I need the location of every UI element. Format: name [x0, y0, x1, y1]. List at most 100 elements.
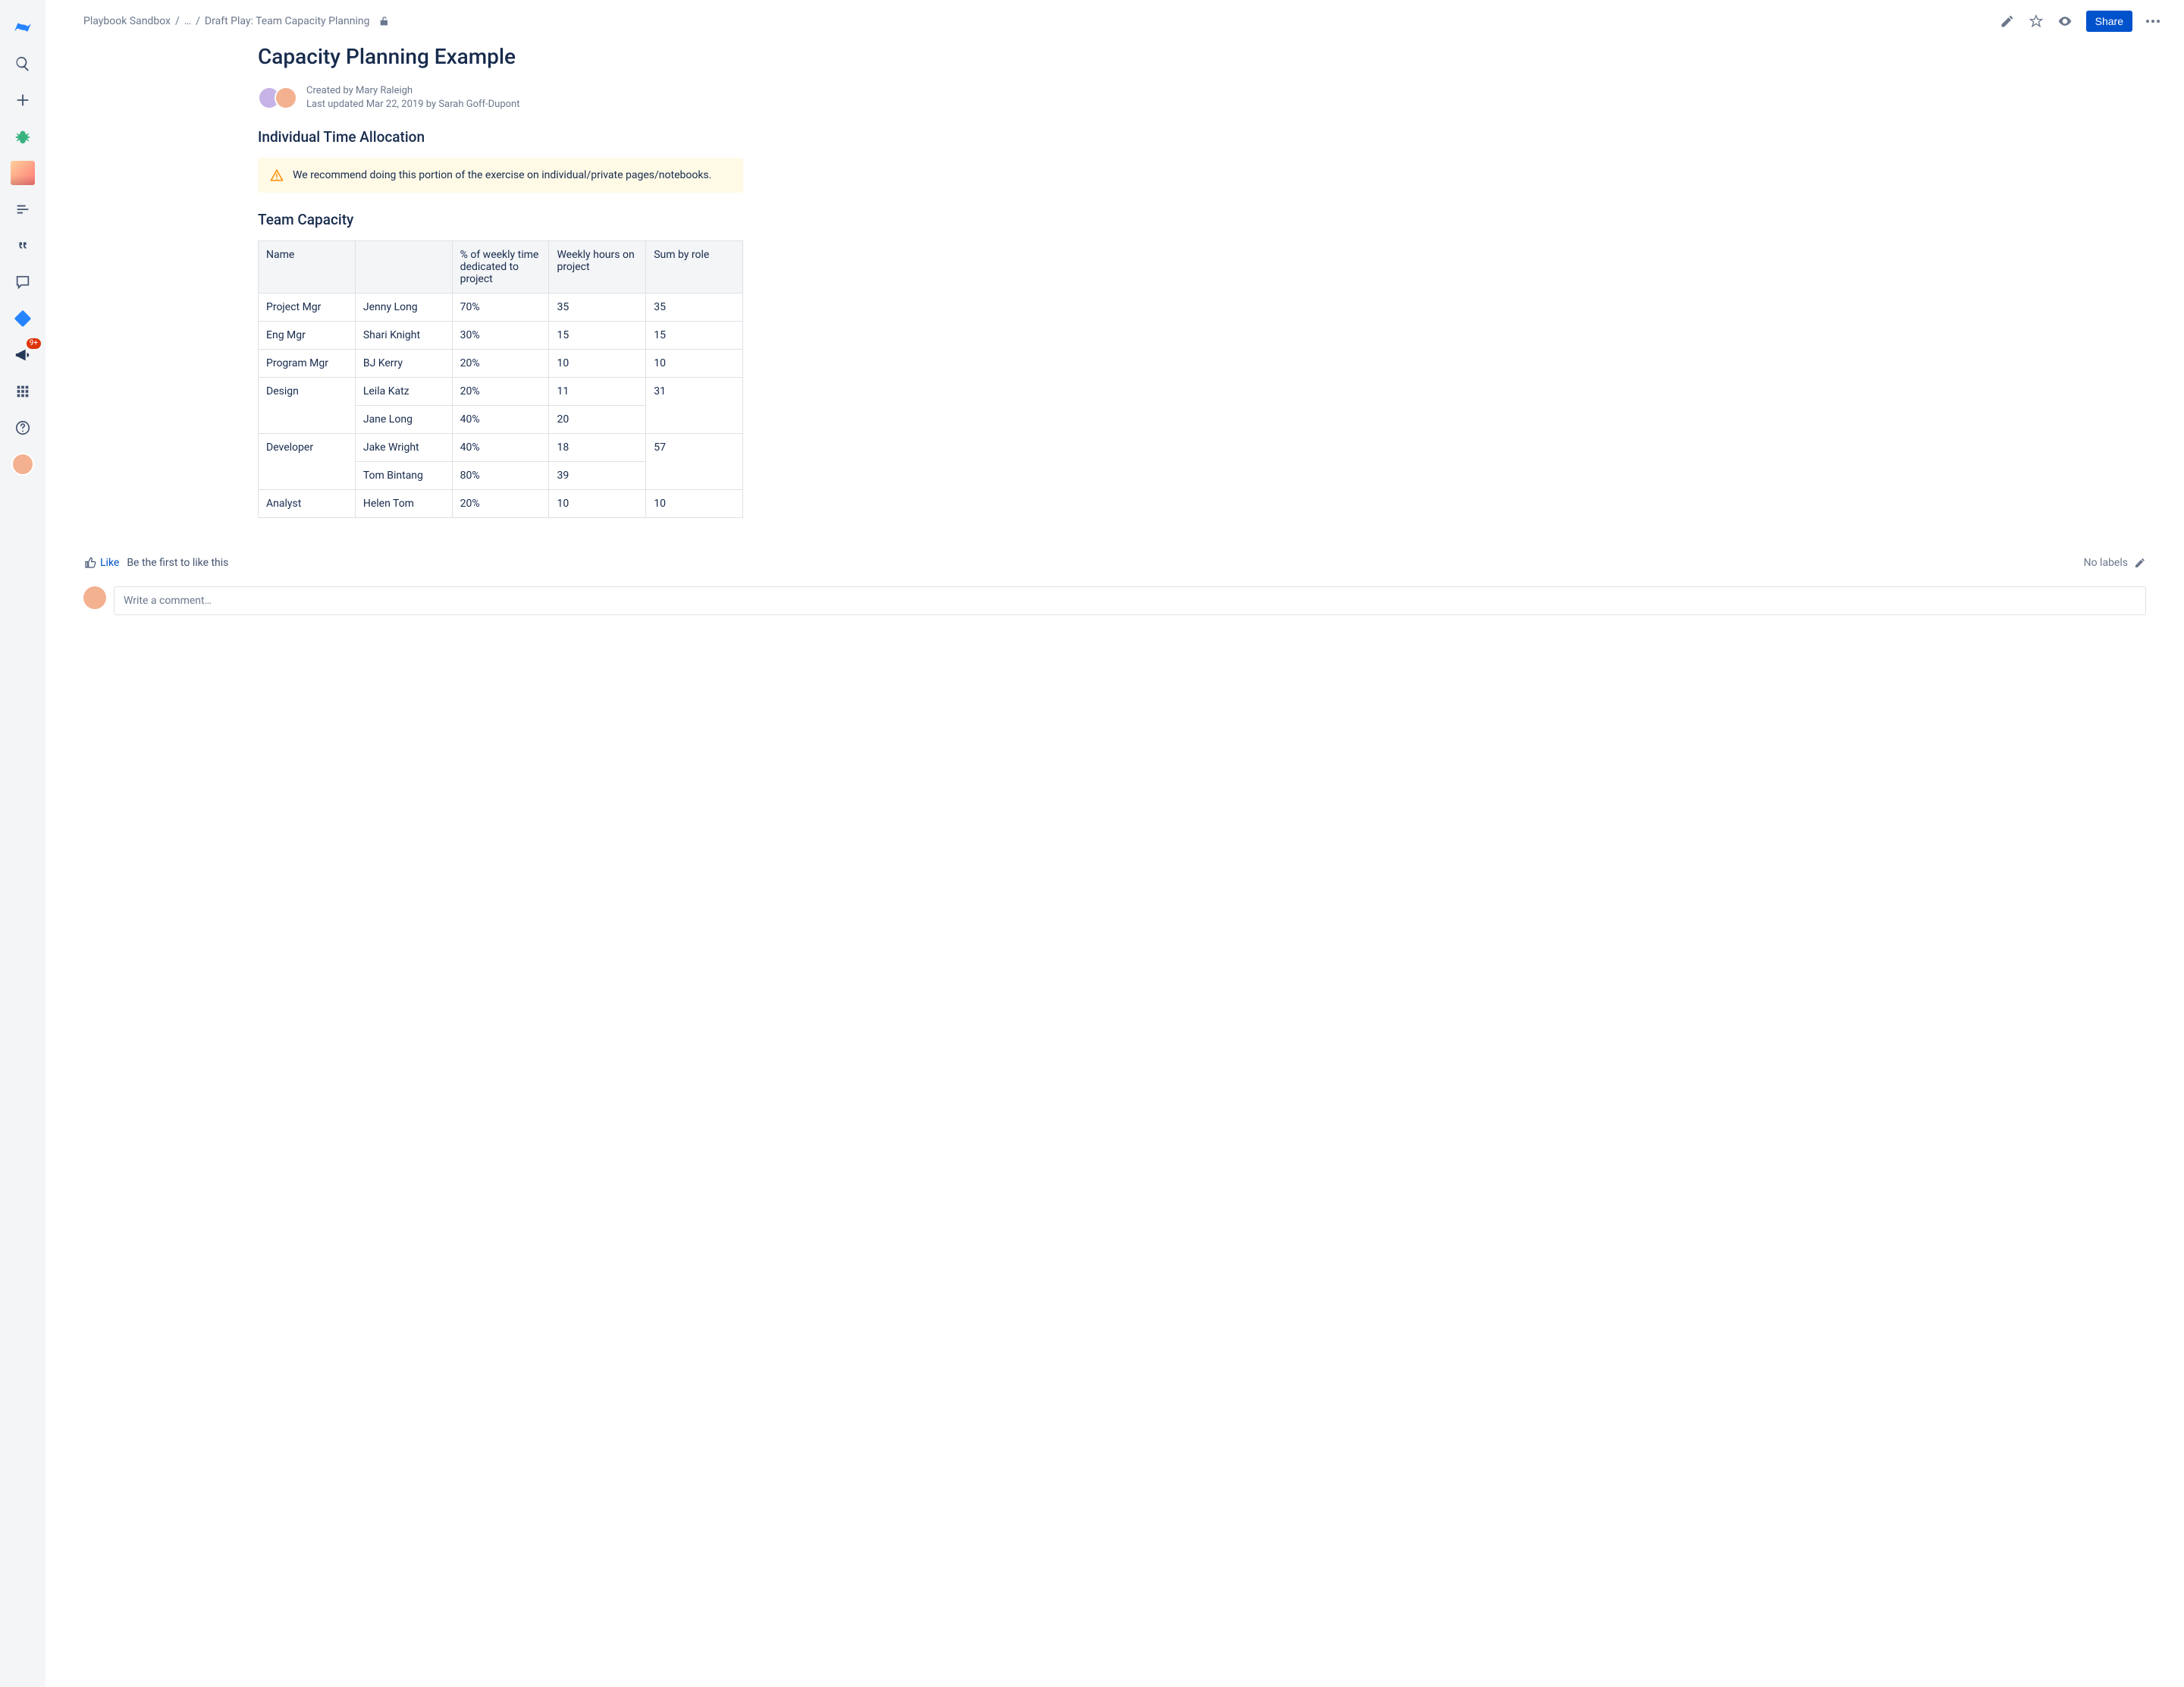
- labs-button[interactable]: [9, 305, 36, 332]
- page-title: Capacity Planning Example: [258, 44, 743, 69]
- page-header: Playbook Sandbox / … / Draft Play: Team …: [46, 0, 2184, 32]
- byline: Created by Mary Raleigh Last updated Mar…: [258, 84, 743, 112]
- recent-button[interactable]: [9, 196, 36, 223]
- cell-person: Jane Long: [355, 406, 452, 434]
- lines-icon: [14, 201, 31, 218]
- breadcrumb-page[interactable]: Draft Play: Team Capacity Planning: [205, 15, 370, 27]
- app-switcher[interactable]: [9, 378, 36, 405]
- page-actions: Share: [2000, 11, 2160, 32]
- cell-sum: 31: [646, 378, 743, 434]
- cell-pct: 40%: [452, 434, 549, 462]
- table-row: Project MgrJenny Long70%3535: [259, 294, 743, 322]
- table-header-row: Name % of weekly time dedicated to proje…: [259, 241, 743, 294]
- table-row: Program MgrBJ Kerry20%1010: [259, 350, 743, 378]
- activity-button[interactable]: [9, 123, 36, 150]
- section-heading-individual: Individual Time Allocation: [258, 128, 743, 146]
- search-icon: [14, 55, 31, 72]
- table-row: AnalystHelen Tom20%1010: [259, 490, 743, 518]
- cell-pct: 80%: [452, 462, 549, 490]
- cell-person: Jenny Long: [355, 294, 452, 322]
- cell-person: Jake Wright: [355, 434, 452, 462]
- unlocked-icon[interactable]: [378, 15, 391, 27]
- cell-hours: 10: [549, 490, 646, 518]
- cell-role: Analyst: [259, 490, 356, 518]
- grid-icon: [14, 383, 31, 400]
- more-actions-button[interactable]: [2146, 20, 2160, 23]
- comment-input[interactable]: Write a comment…: [114, 586, 2146, 615]
- cell-hours: 15: [549, 322, 646, 350]
- cell-hours: 39: [549, 462, 646, 490]
- cell-person: BJ Kerry: [355, 350, 452, 378]
- updated-by-text: Last updated Mar 22, 2019 by Sarah Goff-…: [306, 98, 519, 112]
- cell-pct: 40%: [452, 406, 549, 434]
- comment-area: Write a comment…: [83, 586, 2146, 615]
- no-labels-text: No labels: [2084, 557, 2128, 569]
- like-prompt: Be the first to like this: [127, 557, 228, 569]
- edit-icon[interactable]: [2000, 14, 2015, 29]
- cell-person: Helen Tom: [355, 490, 452, 518]
- cell-sum: 10: [646, 350, 743, 378]
- cell-pct: 20%: [452, 350, 549, 378]
- help-button[interactable]: [9, 414, 36, 441]
- cell-person: Shari Knight: [355, 322, 452, 350]
- cell-pct: 70%: [452, 294, 549, 322]
- quote-icon: [14, 237, 31, 254]
- create-button[interactable]: [9, 86, 36, 114]
- cell-hours: 20: [549, 406, 646, 434]
- cell-person: Leila Katz: [355, 378, 452, 406]
- comments-button[interactable]: [9, 269, 36, 296]
- help-icon: [14, 419, 31, 436]
- thumbs-up-icon: [83, 556, 97, 570]
- quotes-button[interactable]: [9, 232, 36, 259]
- notification-badge: 9+: [27, 338, 41, 349]
- notifications-button[interactable]: 9+: [9, 341, 36, 369]
- confluence-icon: [12, 17, 33, 38]
- section-heading-team: Team Capacity: [258, 211, 743, 228]
- cell-hours: 18: [549, 434, 646, 462]
- watch-icon[interactable]: [2057, 14, 2073, 29]
- star-icon[interactable]: [2029, 14, 2044, 29]
- cell-sum: 15: [646, 322, 743, 350]
- diamond-icon: [14, 310, 32, 328]
- like-label: Like: [100, 557, 119, 569]
- avatar-icon: [11, 453, 34, 476]
- capacity-table: Name % of weekly time dedicated to proje…: [258, 240, 743, 518]
- breadcrumb-sep: /: [175, 15, 180, 27]
- cell-role: Developer: [259, 434, 356, 490]
- space-shortcut[interactable]: [9, 159, 36, 187]
- search-button[interactable]: [9, 50, 36, 77]
- product-logo[interactable]: [9, 14, 36, 41]
- comment-placeholder: Write a comment…: [124, 595, 212, 607]
- plus-icon: [14, 92, 31, 108]
- col-blank: [355, 241, 452, 294]
- page-footer: Like Be the first to like this No labels: [83, 556, 2146, 570]
- cell-role: Project Mgr: [259, 294, 356, 322]
- contributor-avatars[interactable]: [258, 86, 297, 109]
- cell-pct: 20%: [452, 378, 549, 406]
- cell-role: Design: [259, 378, 356, 434]
- col-pct: % of weekly time dedicated to project: [452, 241, 549, 294]
- cell-person: Tom Bintang: [355, 462, 452, 490]
- edit-labels-icon[interactable]: [2134, 557, 2146, 569]
- table-row: Eng MgrShari Knight30%1515: [259, 322, 743, 350]
- megaphone-icon: [14, 347, 31, 363]
- cell-pct: 30%: [452, 322, 549, 350]
- cell-role: Program Mgr: [259, 350, 356, 378]
- breadcrumb: Playbook Sandbox / … / Draft Play: Team …: [83, 15, 391, 27]
- global-nav: 9+: [0, 0, 46, 1687]
- warning-panel: We recommend doing this portion of the e…: [258, 158, 743, 193]
- created-by-text: Created by Mary Raleigh: [306, 84, 519, 98]
- cell-hours: 35: [549, 294, 646, 322]
- page-body: Capacity Planning Example Created by Mar…: [258, 44, 743, 518]
- breadcrumb-space[interactable]: Playbook Sandbox: [83, 15, 171, 27]
- table-row: DeveloperJake Wright40%1857: [259, 434, 743, 462]
- like-button[interactable]: Like: [83, 556, 119, 570]
- bug-icon: [14, 128, 31, 145]
- cell-sum: 35: [646, 294, 743, 322]
- breadcrumb-ellipsis[interactable]: …: [184, 15, 191, 27]
- cell-hours: 10: [549, 350, 646, 378]
- profile-button[interactable]: [9, 451, 36, 478]
- cell-sum: 57: [646, 434, 743, 490]
- share-button[interactable]: Share: [2086, 11, 2132, 32]
- cell-hours: 11: [549, 378, 646, 406]
